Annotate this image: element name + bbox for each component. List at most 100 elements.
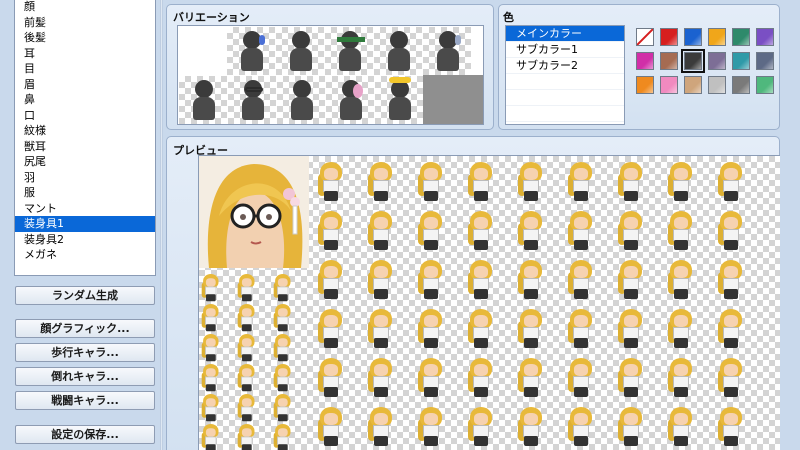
character-sprite [617, 260, 645, 300]
part-list-item[interactable]: 尻尾 [15, 154, 155, 170]
part-list-item[interactable]: メガネ [15, 247, 155, 263]
character-sprite [367, 407, 395, 447]
color-swatch[interactable] [756, 52, 774, 70]
save-settings-button[interactable]: 設定の保存... [15, 425, 155, 444]
character-sprite [317, 260, 345, 300]
color-title: 色 [503, 11, 514, 24]
character-sprite [417, 309, 445, 349]
character-sprite [367, 309, 395, 349]
part-list-item[interactable]: マント [15, 201, 155, 217]
character-sprite [201, 394, 221, 422]
color-swatch[interactable] [756, 76, 774, 94]
part-list-item[interactable]: 装身具2 [15, 232, 155, 248]
character-sprite [367, 162, 395, 202]
silhouette-icon [240, 80, 266, 120]
variation-cell[interactable] [277, 76, 325, 124]
character-sprite [317, 309, 345, 349]
character-sprite [201, 364, 221, 392]
parts-list[interactable]: 顔前髪 後髪耳目眉鼻口紋様 獣耳 尻尾羽服マント 装身具1 装身具2 メガネ [14, 0, 156, 276]
character-sprite [237, 274, 257, 302]
character-sprite [467, 407, 495, 447]
no-color-swatch[interactable] [636, 28, 654, 46]
color-target-list[interactable]: メインカラー サブカラー1 サブカラー2 [505, 25, 625, 125]
character-sprite [317, 162, 345, 202]
variation-cell[interactable] [276, 27, 324, 75]
character-sprite [273, 334, 293, 362]
walk-chara-button[interactable]: 歩行キャラ... [15, 343, 155, 362]
part-list-item[interactable]: 紋様 [15, 123, 155, 139]
color-swatch[interactable] [708, 28, 726, 46]
color-swatch[interactable] [732, 52, 750, 70]
character-sprite [717, 358, 745, 398]
character-sprite [717, 162, 745, 202]
color-swatch[interactable] [681, 49, 705, 73]
part-list-item[interactable]: 眉 [15, 77, 155, 93]
variation-cell[interactable] [179, 76, 227, 124]
part-list-item[interactable]: 鼻 [15, 92, 155, 108]
color-swatch[interactable] [636, 52, 654, 70]
variation-cell[interactable] [326, 76, 374, 124]
variation-cell[interactable] [375, 76, 423, 124]
face-graphic-button[interactable]: 顔グラフィック... [15, 319, 155, 338]
color-swatch[interactable] [732, 76, 750, 94]
part-list-item[interactable]: 前髪 [15, 15, 155, 31]
character-sprite [567, 358, 595, 398]
character-sprite [467, 162, 495, 202]
character-sprite [667, 358, 695, 398]
color-target-item[interactable] [506, 106, 624, 122]
character-sprite [517, 407, 545, 447]
color-swatch[interactable] [708, 52, 726, 70]
variation-cell[interactable] [325, 27, 373, 75]
down-chara-button[interactable]: 倒れキャラ... [15, 367, 155, 386]
character-sprite [467, 358, 495, 398]
character-sprite [567, 260, 595, 300]
part-list-item[interactable]: 後髪 [15, 30, 155, 46]
character-sprite [201, 274, 221, 302]
random-generate-button[interactable]: ランダム生成 [15, 286, 155, 305]
color-swatch[interactable] [636, 76, 654, 94]
character-sprite [517, 309, 545, 349]
character-sprite [273, 424, 293, 450]
variation-cell[interactable] [228, 76, 276, 124]
part-list-item[interactable]: 獣耳 [15, 139, 155, 155]
color-target-item[interactable] [506, 74, 624, 90]
part-list-item[interactable]: 顔 [15, 0, 155, 15]
character-sprite [367, 260, 395, 300]
character-sprite [567, 309, 595, 349]
battle-chara-button[interactable]: 戦闘キャラ... [15, 391, 155, 410]
color-target-item[interactable]: サブカラー2 [506, 58, 624, 74]
part-list-item[interactable]: 耳 [15, 46, 155, 62]
part-list-item[interactable]: 目 [15, 61, 155, 77]
color-swatch[interactable] [660, 76, 678, 94]
character-sprite [617, 162, 645, 202]
color-swatch[interactable] [660, 52, 678, 70]
color-swatch[interactable] [684, 76, 702, 94]
variation-cell[interactable] [423, 27, 471, 75]
silhouette-icon [386, 31, 412, 71]
color-swatch[interactable] [732, 28, 750, 46]
character-sprite [417, 260, 445, 300]
character-sprite [237, 394, 257, 422]
part-list-item[interactable]: 口 [15, 108, 155, 124]
color-target-item[interactable]: メインカラー [506, 26, 624, 42]
part-list-item[interactable]: 装身具1 [15, 216, 155, 232]
silhouette-icon [289, 80, 315, 120]
character-sprite [617, 358, 645, 398]
part-list-item[interactable]: 羽 [15, 170, 155, 186]
variation-cell[interactable] [374, 27, 422, 75]
silhouette-icon [239, 31, 265, 71]
color-target-item[interactable] [506, 90, 624, 106]
color-swatch[interactable] [756, 28, 774, 46]
character-sprite [517, 211, 545, 251]
variation-cell[interactable] [227, 27, 275, 75]
color-swatch[interactable] [708, 76, 726, 94]
character-sprite [617, 211, 645, 251]
character-sprite [617, 309, 645, 349]
character-sprite [317, 211, 345, 251]
color-target-item[interactable]: サブカラー1 [506, 42, 624, 58]
variation-grid [177, 25, 484, 125]
color-swatch[interactable] [660, 28, 678, 46]
part-list-item[interactable]: 服 [15, 185, 155, 201]
color-swatch[interactable] [684, 28, 702, 46]
character-sprite [467, 260, 495, 300]
